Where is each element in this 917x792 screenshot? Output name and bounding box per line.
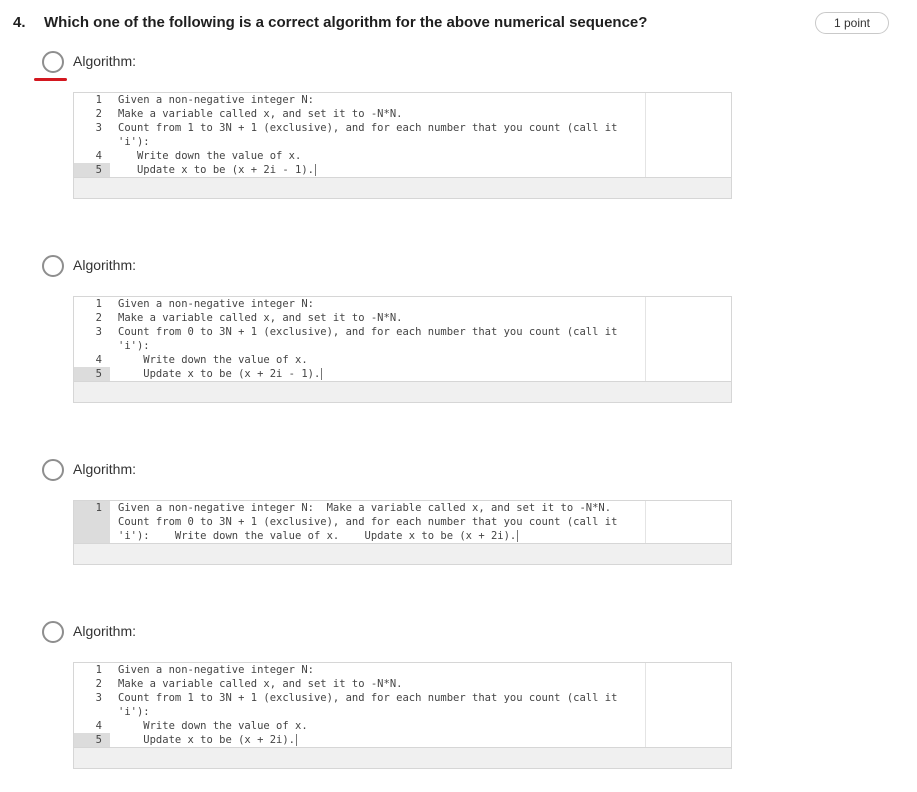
code-line: 3 Count from 1 to 3N + 1 (exclusive), and… bbox=[74, 121, 731, 135]
line-number: 2 bbox=[95, 312, 102, 324]
code-line: 5 Update x to be (x + 2i). bbox=[74, 733, 731, 747]
code-area[interactable]: 1 Given a non-negative integer N: 2 Make a … bbox=[74, 297, 731, 382]
editor-footer bbox=[74, 748, 731, 768]
text-cursor bbox=[321, 368, 323, 380]
line-number: 4 bbox=[95, 150, 102, 162]
editor-footer bbox=[74, 544, 731, 564]
code-line: 3 Count from 0 to 3N + 1 (exclusive), and… bbox=[74, 325, 731, 339]
code-text: Given a non-negative integer N: bbox=[118, 664, 314, 676]
line-number: 3 bbox=[95, 326, 102, 338]
code-line: 'i'): bbox=[74, 705, 731, 719]
radio-button-3[interactable] bbox=[42, 459, 64, 481]
code-line: 3 Count from 1 to 3N + 1 (exclusive), and… bbox=[74, 691, 731, 705]
points-badge: 1 point bbox=[815, 12, 889, 34]
code-text: Update x to be (x + 2i - 1). bbox=[118, 164, 316, 176]
line-number bbox=[74, 705, 110, 719]
code-line: 4 Write down the value of x. bbox=[74, 353, 731, 367]
code-text: Given a non-negative integer N: Make a v… bbox=[118, 502, 612, 514]
code-text: Count from 0 to 3N + 1 (exclusive), and … bbox=[118, 326, 618, 338]
code-line: Count from 0 to 3N + 1 (exclusive), and … bbox=[74, 515, 731, 529]
code-text: Given a non-negative integer N: bbox=[118, 298, 314, 310]
code-line: 'i'): bbox=[74, 135, 731, 149]
line-number: 1 bbox=[95, 94, 102, 106]
line-number: 5 bbox=[74, 163, 110, 177]
code-area[interactable]: 1 Given a non-negative integer N: Make a … bbox=[74, 501, 731, 544]
code-text: Write down the value of x. bbox=[118, 720, 308, 732]
code-text: Count from 0 to 3N + 1 (exclusive), and … bbox=[118, 516, 618, 528]
code-line: 1 Given a non-negative integer N: bbox=[74, 297, 731, 311]
radio-button-1[interactable] bbox=[42, 51, 64, 73]
option-label: Algorithm: bbox=[73, 53, 137, 69]
line-number: 3 bbox=[95, 122, 102, 134]
line-number bbox=[74, 529, 110, 543]
code-area[interactable]: 1 Given a non-negative integer N: 2 Make a … bbox=[74, 663, 731, 748]
code-text: Given a non-negative integer N: bbox=[118, 94, 314, 106]
code-text: Count from 1 to 3N + 1 (exclusive), and … bbox=[118, 692, 618, 704]
code-text: Write down the value of x. bbox=[118, 354, 308, 366]
code-line: 1 Given a non-negative integer N: bbox=[74, 93, 731, 107]
code-line: 2 Make a variable called x, and set it to… bbox=[74, 677, 731, 691]
code-text: Make a variable called x, and set it to … bbox=[118, 108, 403, 120]
line-number bbox=[74, 339, 110, 353]
code-line: 4 Write down the value of x. bbox=[74, 149, 731, 163]
option-label: Algorithm: bbox=[73, 257, 137, 273]
line-number: 3 bbox=[95, 692, 102, 704]
line-number bbox=[74, 135, 110, 149]
line-number: 5 bbox=[74, 733, 110, 747]
line-number: 2 bbox=[95, 108, 102, 120]
code-text: Count from 1 to 3N + 1 (exclusive), and … bbox=[118, 122, 618, 134]
code-text: 'i'): bbox=[118, 136, 150, 148]
code-line: 2 Make a variable called x, and set it to… bbox=[74, 107, 731, 121]
code-line: 1 Given a non-negative integer N: Make a … bbox=[74, 501, 731, 515]
line-number: 5 bbox=[74, 367, 110, 381]
radio-button-4[interactable] bbox=[42, 621, 64, 643]
code-text: 'i'): bbox=[118, 706, 150, 718]
code-text: Update x to be (x + 2i - 1). bbox=[118, 368, 323, 380]
text-cursor bbox=[296, 734, 298, 746]
question-text: Which one of the following is a correct … bbox=[44, 14, 648, 31]
line-number: 4 bbox=[95, 354, 102, 366]
line-number: 1 bbox=[74, 501, 110, 515]
code-editor-3[interactable]: 1 Given a non-negative integer N: Make a … bbox=[73, 500, 732, 565]
code-text: Write down the value of x. bbox=[118, 150, 302, 162]
line-number: 4 bbox=[95, 720, 102, 732]
code-area[interactable]: 1 Given a non-negative integer N: 2 Make a … bbox=[74, 93, 731, 178]
code-line: 5 Update x to be (x + 2i - 1). bbox=[74, 163, 731, 177]
option-label: Algorithm: bbox=[73, 461, 137, 477]
text-cursor bbox=[517, 530, 519, 542]
code-text: Make a variable called x, and set it to … bbox=[118, 312, 403, 324]
text-cursor bbox=[314, 164, 316, 176]
focus-indicator bbox=[34, 78, 67, 81]
code-line: 'i'): Write down the value of x. Update … bbox=[74, 529, 731, 543]
line-number: 1 bbox=[95, 664, 102, 676]
radio-button-2[interactable] bbox=[42, 255, 64, 277]
line-number: 2 bbox=[95, 678, 102, 690]
line-number bbox=[74, 515, 110, 529]
code-line: 1 Given a non-negative integer N: bbox=[74, 663, 731, 677]
code-text: 'i'): Write down the value of x. Update … bbox=[118, 530, 519, 542]
option-label: Algorithm: bbox=[73, 623, 137, 639]
editor-footer bbox=[74, 382, 731, 402]
editor-footer bbox=[74, 178, 731, 198]
line-number: 1 bbox=[95, 298, 102, 310]
code-editor-2[interactable]: 1 Given a non-negative integer N: 2 Make a … bbox=[73, 296, 732, 403]
code-editor-1[interactable]: 1 Given a non-negative integer N: 2 Make a … bbox=[73, 92, 732, 199]
code-text: Update x to be (x + 2i). bbox=[118, 734, 298, 746]
code-line: 'i'): bbox=[74, 339, 731, 353]
code-line: 5 Update x to be (x + 2i - 1). bbox=[74, 367, 731, 381]
code-text: Make a variable called x, and set it to … bbox=[118, 678, 403, 690]
question-number: 4. bbox=[13, 14, 26, 31]
code-editor-4[interactable]: 1 Given a non-negative integer N: 2 Make a … bbox=[73, 662, 732, 769]
code-text: 'i'): bbox=[118, 340, 150, 352]
code-line: 2 Make a variable called x, and set it to… bbox=[74, 311, 731, 325]
code-line: 4 Write down the value of x. bbox=[74, 719, 731, 733]
